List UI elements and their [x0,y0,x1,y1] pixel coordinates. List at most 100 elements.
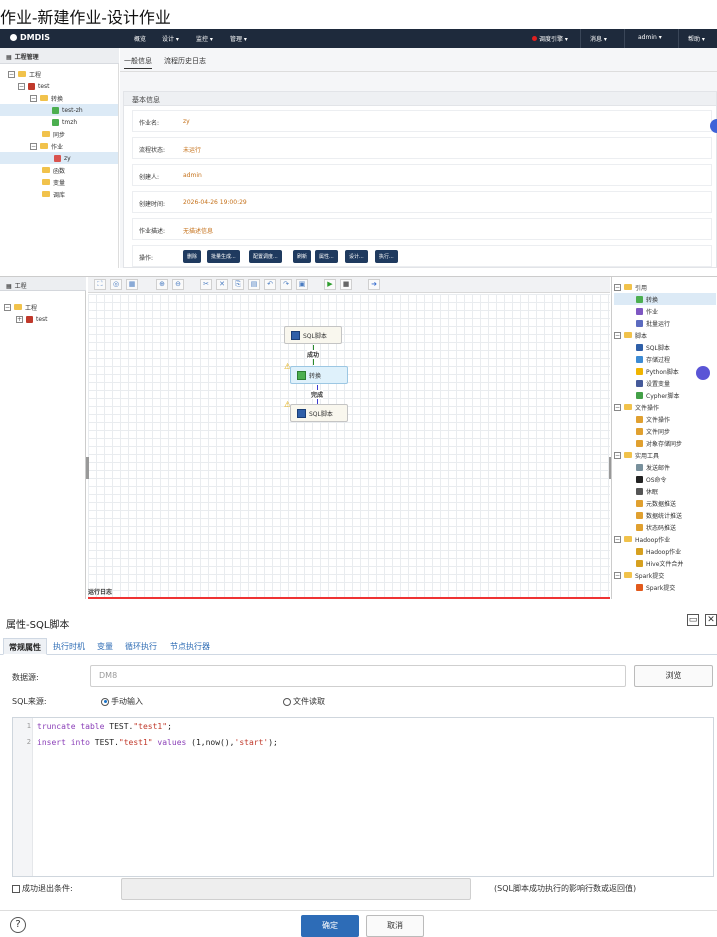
help-icon[interactable]: ? [10,917,26,933]
fit-icon[interactable]: ⛶ [94,279,106,290]
export-icon[interactable]: ➜ [368,279,380,290]
nav-overview[interactable]: 概览 [134,34,146,43]
undo-icon[interactable]: ↶ [264,279,276,290]
palette-item[interactable]: 文件同步 [614,425,716,437]
folder-icon [42,131,50,137]
radio-manual[interactable]: 手动输入 [101,696,143,707]
browse-button[interactable]: 浏览 [634,665,713,687]
palette-item[interactable]: OS命令 [614,473,716,485]
palette-item[interactable]: 存储过程 [614,353,716,365]
batch-generate-button[interactable]: 批量生成... [207,250,240,263]
palette-item[interactable]: 状态码推送 [614,521,716,533]
section-title: 基本信息 [124,92,716,106]
tree-node[interactable]: 同步 [8,128,118,140]
nav-messages[interactable]: 消息 ▾ [590,34,607,43]
nav-scheduler[interactable]: 调度引擎 ▾ [532,34,568,43]
exit-condition-input[interactable] [121,878,471,900]
tree-node[interactable]: zy [0,152,118,164]
tree-node[interactable]: + test [4,313,48,325]
design-button[interactable]: 设计... [345,250,368,263]
tab-history-log[interactable]: 流程历史日志 [164,56,206,66]
palette-item[interactable]: 元数据推送 [614,497,716,509]
tab-general[interactable]: 一般信息 [124,56,152,69]
side-float-button[interactable] [710,119,717,133]
save-icon[interactable]: ▣ [296,279,308,290]
palette-item[interactable]: 对象存储同步 [614,437,716,449]
palette-item[interactable]: Hive文件合并 [614,557,716,569]
dialog-footer: ? 确定 取消 [0,910,717,937]
nav-help[interactable]: 帮助 ▾ [688,34,705,43]
palette-group[interactable]: − Hadoop作业 [614,533,716,545]
close-icon[interactable]: ✕ [705,614,717,626]
delete-button[interactable]: 删除 [183,250,202,263]
palette-group[interactable]: − 脚本 [614,329,716,341]
nav-user[interactable]: admin ▾ [638,34,662,41]
redo-icon[interactable]: ↷ [280,279,292,290]
palette-item[interactable]: 数据统计推送 [614,509,716,521]
tree-node[interactable]: 变量 [8,176,118,188]
grid-icon[interactable]: ▦ [126,279,138,290]
copy-icon[interactable]: ⎘ [232,279,244,290]
config-schedule-button[interactable]: 配置调度... [249,250,282,263]
tab-variables[interactable]: 变量 [97,641,113,652]
palette-group[interactable]: − 引用 [614,281,716,293]
radio-empty-icon [283,697,291,706]
flow-node-sql-1[interactable]: SQL脚本 [284,326,342,344]
center-icon[interactable]: ◎ [110,279,122,290]
tab-exec-timing[interactable]: 执行时机 [53,641,85,652]
tree-node[interactable]: − 作业 [8,140,118,152]
palette-item[interactable]: Cypher脚本 [614,389,716,401]
run-icon[interactable]: ▶ [324,279,336,290]
nav-design[interactable]: 设计 ▾ [162,34,179,43]
nav-manage[interactable]: 管理 ▾ [230,34,247,43]
tree-node[interactable]: test-zh [0,104,118,116]
cancel-button[interactable]: 取消 [366,915,424,937]
left-splitter[interactable] [86,457,89,479]
nav-monitor[interactable]: 监控 ▾ [196,34,213,43]
palette-group[interactable]: − 文件操作 [614,401,716,413]
success-exit-checkbox[interactable]: 成功退出条件: [12,883,73,894]
zoom-in-icon[interactable]: ⊕ [156,279,168,290]
flow-node-transform[interactable]: 转换 [290,366,348,384]
ok-button[interactable]: 确定 [301,915,359,937]
palette-item[interactable]: 作业 [614,305,716,317]
palette-item[interactable]: Hadoop作业 [614,545,716,557]
paste-icon[interactable]: ▤ [248,279,260,290]
cut-icon[interactable]: ✂ [200,279,212,290]
info-row: 作业名: zy [132,110,712,132]
palette-item[interactable]: 批量运行 [614,317,716,329]
palette-item[interactable]: Spark提交 [614,581,716,593]
component-icon [636,523,643,531]
palette-item[interactable]: 发送邮件 [614,461,716,473]
tree-node[interactable]: − 转换 [8,92,118,104]
zoom-out-icon[interactable]: ⊖ [172,279,184,290]
tab-general-props[interactable]: 常规属性 [3,638,47,655]
tree-node[interactable]: − test [8,80,118,92]
tree-node[interactable]: 调库 [8,188,118,200]
sql-code-editor[interactable]: 1 2 truncate table TEST."test1"; insert … [12,717,714,877]
execute-button[interactable]: 执行... [375,250,398,263]
palette-item[interactable]: 文件操作 [614,413,716,425]
palette-group[interactable]: − 实用工具 [614,449,716,461]
tab-loop-exec[interactable]: 循环执行 [125,641,157,652]
palette-item[interactable]: SQL脚本 [614,341,716,353]
palette-group[interactable]: − Spark提交 [614,569,716,581]
stop-icon[interactable]: ■ [340,279,352,290]
app-logo[interactable]: DMDIS [10,33,50,42]
tree-node[interactable]: − 工程 [8,68,118,80]
delete-icon[interactable]: ✕ [216,279,228,290]
design-canvas[interactable]: SQL脚本 成功 ⚠ 转换 完成 ⚠ SQL脚本 [88,294,610,599]
tree-node[interactable]: 函数 [8,164,118,176]
datasource-input[interactable]: DM8 [90,665,626,687]
radio-file[interactable]: 文件读取 [283,696,325,707]
tree-node[interactable]: tmzh [8,116,118,128]
refresh-button[interactable]: 刷新 [293,250,312,263]
tree-node[interactable]: − 工程 [4,301,48,313]
maximize-icon[interactable]: ▭ [687,614,699,626]
palette-item[interactable]: 休眠 [614,485,716,497]
tab-node-executor[interactable]: 节点执行器 [170,641,210,652]
assistant-icon[interactable] [696,366,710,380]
flow-node-sql-2[interactable]: SQL脚本 [290,404,348,422]
palette-item[interactable]: 转换 [614,293,716,305]
properties-button[interactable]: 属性... [315,250,338,263]
